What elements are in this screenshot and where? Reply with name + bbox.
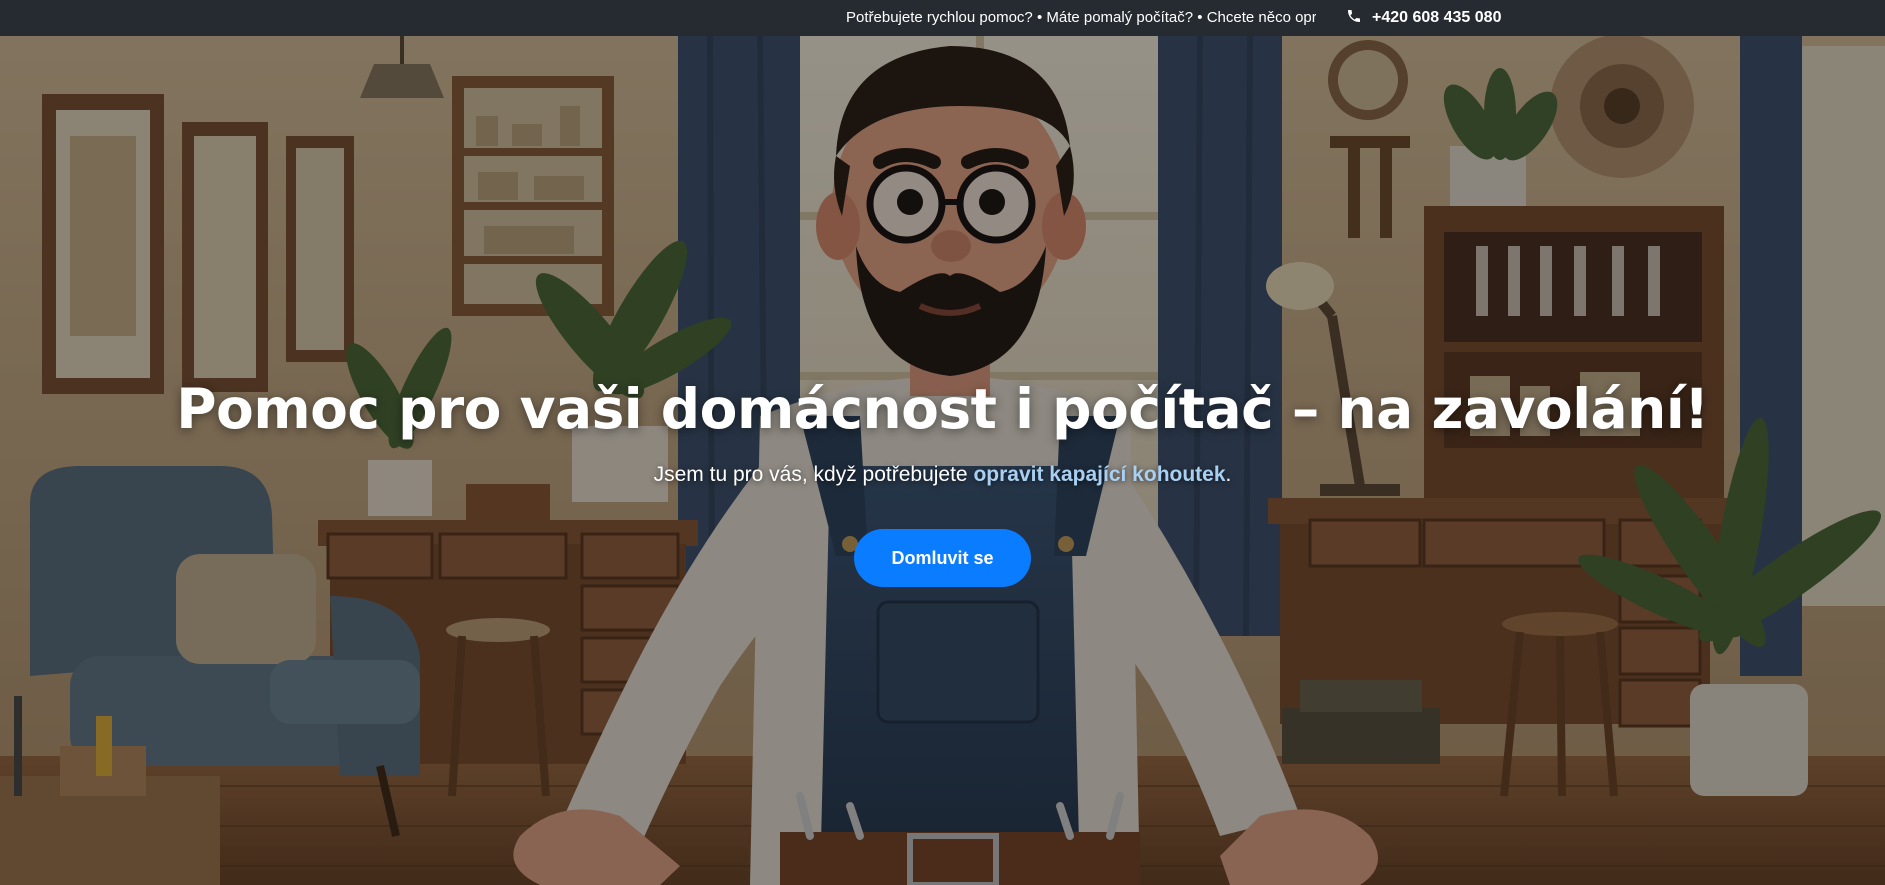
phone-icon <box>1346 8 1362 29</box>
phone-number: +420 608 435 080 <box>1372 9 1502 26</box>
hero-section: Pomoc pro vaši domácnost i počítač – na … <box>0 36 1885 885</box>
contact-cta-button[interactable]: Domluvit se <box>854 529 1031 587</box>
hero-title: Pomoc pro vaši domácnost i počítač – na … <box>176 377 1709 441</box>
hero-subtitle-suffix: . <box>1225 463 1232 486</box>
phone-link[interactable]: +420 608 435 080 <box>1346 0 1501 36</box>
hero-subtitle-highlight: opravit kapající kohoutek <box>973 463 1226 486</box>
hero-subtitle: Jsem tu pro vás, když potřebujete opravi… <box>0 461 1885 489</box>
announcement-ticker: Potřebujete rychlou pomoc? • Máte pomalý… <box>846 9 1316 26</box>
hero-subtitle-prefix: Jsem tu pro vás, když potřebujete <box>653 463 974 486</box>
top-bar: Potřebujete rychlou pomoc? • Máte pomalý… <box>0 0 1885 36</box>
hero-content: Pomoc pro vaši domácnost i počítač – na … <box>0 371 1885 587</box>
